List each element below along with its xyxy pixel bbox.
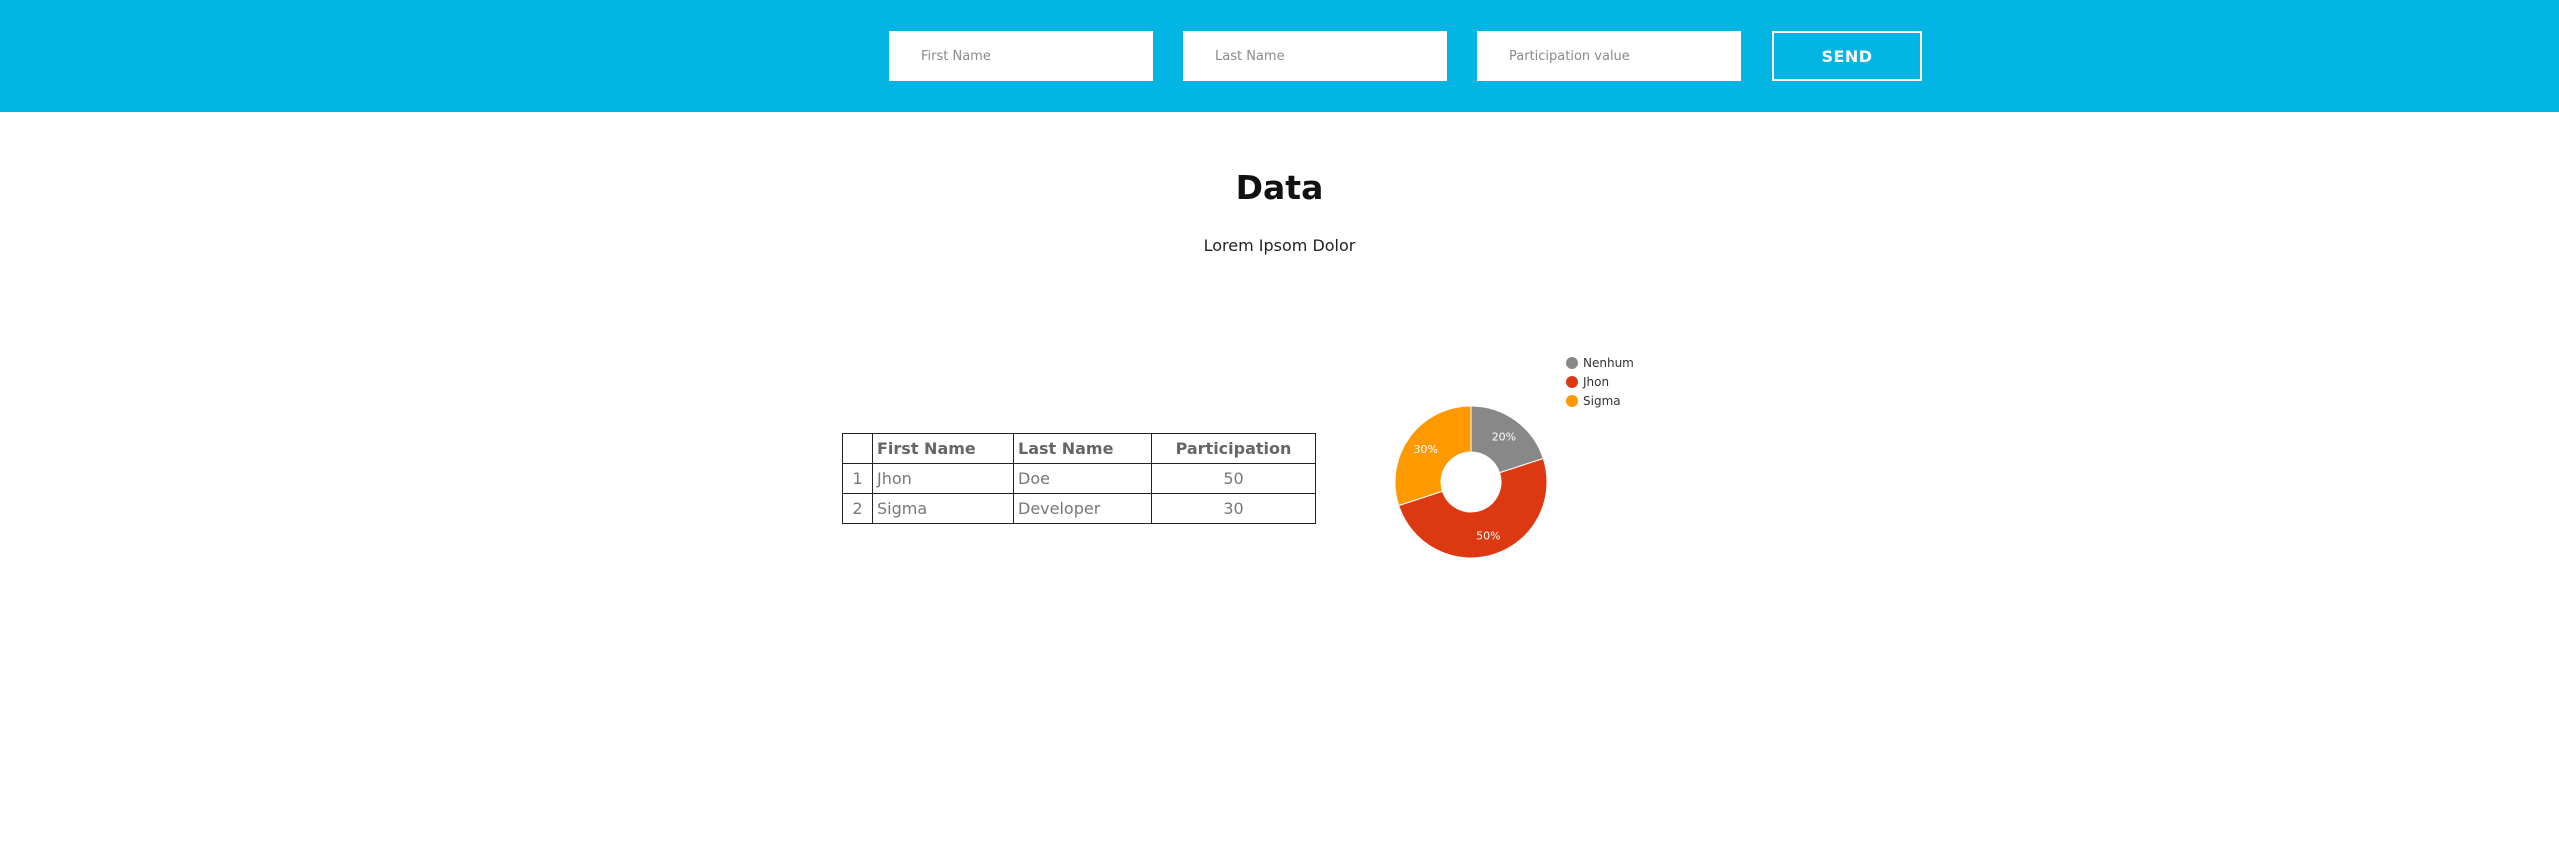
legend-dot xyxy=(1566,357,1578,369)
slice-label-jhon: 50% xyxy=(1476,529,1500,542)
donut-chart: 20% 50% 30% xyxy=(1394,405,1548,559)
legend-item-sigma: Sigma xyxy=(1566,393,1621,409)
legend-label: Sigma xyxy=(1583,394,1621,408)
legend-label: Nenhum xyxy=(1583,356,1634,370)
legend-item-jhon: Jhon xyxy=(1566,374,1609,390)
legend-label: Jhon xyxy=(1583,375,1610,389)
slice-label-nenhum: 20% xyxy=(1492,431,1516,444)
legend-item-nenhum: Nenhum xyxy=(1566,355,1634,371)
slice-label-sigma: 30% xyxy=(1413,443,1437,456)
legend-dot xyxy=(1566,395,1578,407)
legend-dot xyxy=(1566,376,1578,388)
